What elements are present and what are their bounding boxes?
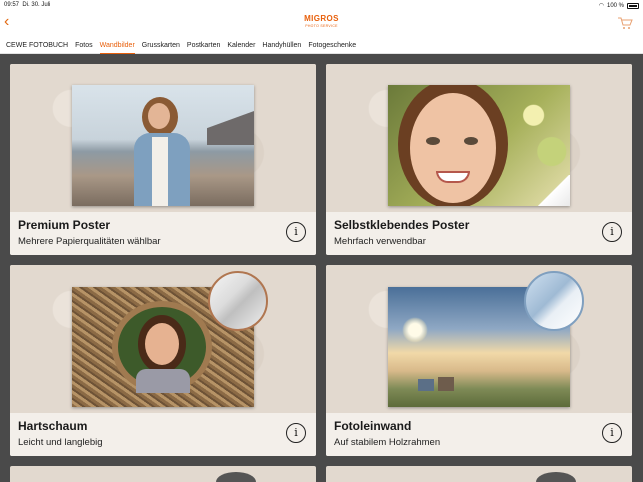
info-icon[interactable]: i bbox=[286, 423, 306, 443]
tab-cewe-fotobuch[interactable]: CEWE FOTOBUCH bbox=[6, 40, 68, 52]
battery-label: 100 % bbox=[606, 2, 624, 9]
tab-fotos[interactable]: Fotos bbox=[75, 40, 93, 52]
card-subtitle: Mehrfach verwendbar bbox=[334, 236, 426, 247]
product-card-fotoleinwand[interactable]: Fotoleinwand Auf stabilem Holzrahmen i bbox=[326, 265, 632, 456]
product-card-premium-poster[interactable]: Premium Poster Mehrere Papierqualitäten … bbox=[10, 64, 316, 255]
navigation-bar: ‹ MIGROS PHOTO SERVICE bbox=[0, 10, 643, 38]
card-title: Selbstklebendes Poster bbox=[334, 218, 470, 232]
product-card-partial[interactable] bbox=[326, 466, 632, 482]
beach-woman-photo bbox=[72, 85, 254, 206]
category-tabs: CEWE FOTOBUCH Fotos Wandbilder Grusskart… bbox=[0, 38, 643, 54]
product-card-hartschaum[interactable]: Hartschaum Leicht und langlebig i bbox=[10, 265, 316, 456]
tab-kalender[interactable]: Kalender bbox=[227, 40, 255, 52]
migros-logo: MIGROS PHOTO SERVICE bbox=[304, 14, 339, 28]
canvas-frame-detail-image bbox=[524, 271, 584, 331]
battery-icon bbox=[627, 2, 639, 9]
status-time-date: 09:57 Di. 30. Juli bbox=[4, 2, 51, 8]
card-subtitle: Leicht und langlebig bbox=[18, 437, 103, 448]
tab-grusskarten[interactable]: Grusskarten bbox=[142, 40, 180, 52]
info-icon[interactable]: i bbox=[602, 423, 622, 443]
product-card-selbstklebendes-poster[interactable]: Selbstklebendes Poster Mehrfach verwendb… bbox=[326, 64, 632, 255]
wifi-icon: ◠ bbox=[598, 3, 604, 9]
cart-icon[interactable] bbox=[617, 16, 633, 30]
foam-board-detail-image bbox=[208, 271, 268, 331]
card-title: Premium Poster bbox=[18, 218, 111, 232]
info-icon[interactable]: i bbox=[602, 222, 622, 242]
card-title: Fotoleinwand bbox=[334, 419, 412, 433]
girl-smiling-photo bbox=[388, 85, 570, 206]
tab-postkarten[interactable]: Postkarten bbox=[187, 40, 220, 52]
product-card-partial[interactable] bbox=[10, 466, 316, 482]
info-icon[interactable]: i bbox=[286, 222, 306, 242]
status-bar: 09:57 Di. 30. Juli ◠ 100 % bbox=[0, 0, 643, 10]
tab-wandbilder[interactable]: Wandbilder bbox=[99, 40, 135, 54]
card-title: Hartschaum bbox=[18, 419, 88, 433]
card-subtitle: Auf stabilem Holzrahmen bbox=[334, 437, 441, 448]
card-subtitle: Mehrere Papierqualitäten wählbar bbox=[18, 236, 161, 247]
tab-fotogeschenke[interactable]: Fotogeschenke bbox=[308, 40, 356, 52]
tab-handyhuellen[interactable]: Handyhüllen bbox=[262, 40, 301, 52]
